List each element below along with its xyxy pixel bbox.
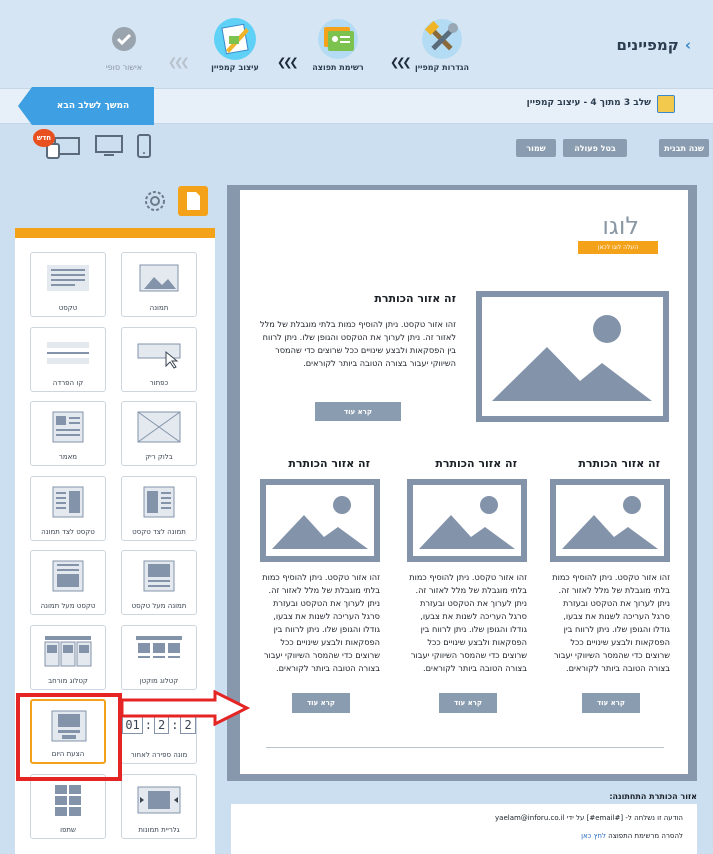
mobile-view-icon[interactable] <box>136 134 152 162</box>
block-tile-button[interactable]: כפתור <box>121 326 197 392</box>
block-tile-label: קטלוג מורחב <box>48 676 88 685</box>
block-tile-label: שתפו <box>60 825 76 834</box>
column-text[interactable]: זהו אזור טקסט. ניתן להוסיף כמות בלתי מוג… <box>552 571 670 675</box>
main-text[interactable]: זהו אזור טקסט. ניתן להוסיף כמות בלתי מוג… <box>256 318 456 370</box>
article-icon <box>43 410 93 444</box>
design-icon <box>212 16 258 62</box>
check-icon <box>101 16 147 62</box>
block-tile-article[interactable]: מאמר <box>30 401 106 466</box>
block-tile-text[interactable]: טקסט <box>30 252 106 317</box>
desktop-view-icon[interactable] <box>94 134 124 162</box>
text-icon <box>43 261 93 295</box>
divider-line <box>266 747 664 748</box>
step-campaign-design[interactable]: עיצוב קמפיין <box>195 16 275 72</box>
image-beside-text-icon <box>134 485 184 519</box>
step-arrows: ❮❮❮ <box>390 56 412 69</box>
step-arrows: ❮❮❮ <box>277 56 299 69</box>
image-icon <box>272 496 368 549</box>
column-read-more-button[interactable]: קרא עוד <box>292 693 350 713</box>
step-info: שלב 3 מתוך 4 - עיצוב קמפיין <box>526 98 651 108</box>
block-tile-label: טקסט מעל תמונה <box>40 602 96 610</box>
main-read-more-button[interactable]: קרא עוד <box>315 402 401 421</box>
footer-title: אזור הכותרת התחתונה: <box>609 792 697 801</box>
footer-line-2[interactable]: להסרה מרשימת התפוצה לחץ כאן <box>581 832 683 840</box>
block-tile-label: גלריית תמונות <box>138 825 180 834</box>
save-button[interactable]: שמור <box>516 139 556 157</box>
share-icon <box>43 783 93 817</box>
block-tile-label: כפתור <box>149 378 169 387</box>
block-tile-label: מאמר <box>58 453 78 461</box>
column-text[interactable]: זהו אזור טקסט. ניתן להוסיף כמות בלתי מוג… <box>409 571 527 675</box>
text-beside-image-icon <box>43 485 93 519</box>
image-above-text-icon <box>134 559 184 593</box>
block-tile-label: מונה ספירה לאחור <box>130 751 188 759</box>
divider-icon <box>43 336 93 370</box>
block-tile-text-beside-image[interactable]: טקסט לצד תמונה <box>30 475 106 541</box>
contacts-icon <box>315 16 361 62</box>
chevron-icon: › <box>684 36 691 54</box>
column-read-more-button[interactable]: קרא עוד <box>439 693 497 713</box>
expanded-catalog-icon <box>43 634 93 668</box>
image-gallery-icon <box>134 783 184 817</box>
block-tile-label: בלוק ריק <box>145 453 173 461</box>
cancel-action-button[interactable]: בטל פעולה <box>563 139 627 157</box>
document-icon <box>187 192 200 210</box>
column-heading[interactable]: זה אזור הכותרת <box>402 457 517 470</box>
block-tile-label: תמונה <box>149 304 169 312</box>
new-badge: חדש <box>33 129 55 147</box>
change-template-button[interactable]: שנה תבנית <box>659 139 709 157</box>
image-icon <box>419 496 515 549</box>
column-image-placeholder[interactable] <box>407 479 527 562</box>
page-title: ›קמפיינים <box>616 36 691 54</box>
button-icon <box>134 336 184 370</box>
red-arrow-icon <box>120 690 250 726</box>
block-tile-label: טקסט לצד תמונה <box>41 527 95 536</box>
column-read-more-button[interactable]: קרא עוד <box>582 693 640 713</box>
highlight-box <box>16 693 122 781</box>
block-tile-image-above-text[interactable]: תמונה מעל טקסט <box>121 550 197 615</box>
step-distribution-list[interactable]: רשימת תפוצה <box>298 16 378 72</box>
next-step-button[interactable]: המשך לשלב הבא <box>18 87 154 125</box>
column-heading[interactable]: זה אזור הכותרת <box>255 457 370 470</box>
image-icon <box>492 315 652 401</box>
main-heading[interactable]: זה אזור הכותרת <box>266 292 456 305</box>
footer-line-1[interactable]: הודעה זו נשלחה ל- [#email#] על ידי yaela… <box>495 814 683 822</box>
block-tile-expanded-catalog[interactable]: קטלוג מורחב <box>30 624 106 690</box>
step-arrows: ❮❮❮ <box>168 56 190 69</box>
block-tile-label: קו הפרדה <box>52 378 84 387</box>
block-tile-label: טקסט <box>58 304 78 312</box>
image-icon <box>134 261 184 295</box>
tools-icon <box>419 16 465 62</box>
step-final-approval[interactable]: אישור סופי <box>84 16 164 72</box>
unsubscribe-link[interactable]: לחץ כאן <box>581 832 606 840</box>
block-tile-image[interactable]: תמונה <box>121 252 197 317</box>
compact-catalog-icon <box>134 634 184 668</box>
upload-logo-button[interactable]: העלה לוגו לכאן <box>578 241 658 254</box>
footer-box <box>231 804 697 854</box>
column-image-placeholder[interactable] <box>550 479 670 562</box>
block-tile-divider[interactable]: קו הפרדה <box>30 326 106 392</box>
column-text[interactable]: זהו אזור טקסט. ניתן להוסיף כמות בלתי מוג… <box>262 571 380 675</box>
column-image-placeholder[interactable] <box>260 479 380 562</box>
column-heading[interactable]: זה אזור הכותרת <box>545 457 660 470</box>
block-tile-text-above-image[interactable]: טקסט מעל תמונה <box>30 550 106 615</box>
logo-placeholder[interactable]: לוגו <box>602 212 639 240</box>
blocks-tab[interactable] <box>178 186 208 216</box>
block-tile-share[interactable]: שתפו <box>30 773 106 839</box>
empty-block-icon <box>134 410 184 444</box>
block-tile-label: קטלוג מוקטן <box>139 676 179 685</box>
block-tile-label: תמונה לצד טקסט <box>132 527 186 536</box>
block-tile-image-beside-text[interactable]: תמונה לצד טקסט <box>121 475 197 541</box>
block-tile-label: תמונה מעל טקסט <box>131 602 187 610</box>
design-step-icon <box>657 95 675 113</box>
main-image-placeholder[interactable] <box>476 291 669 422</box>
step-campaign-settings[interactable]: הגדרות קמפיין <box>402 16 482 72</box>
settings-tab[interactable] <box>140 186 170 216</box>
text-above-image-icon <box>43 559 93 593</box>
block-tile-compact-catalog[interactable]: קטלוג מוקטן <box>121 624 197 690</box>
image-icon <box>562 496 658 549</box>
gear-icon <box>145 191 165 211</box>
block-tile-image-gallery[interactable]: גלריית תמונות <box>121 773 197 839</box>
block-tile-empty-block[interactable]: בלוק ריק <box>121 401 197 466</box>
